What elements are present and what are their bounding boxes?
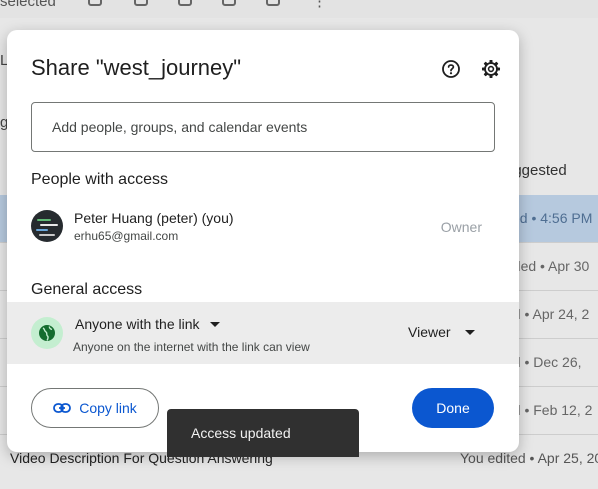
person-row[interactable]: Peter Huang (peter) (you) erhu65@gmail.c… (7, 198, 519, 254)
person-name: Peter Huang (peter) (you) (74, 210, 234, 226)
person-role: Owner (440, 219, 482, 235)
link-icon (53, 403, 72, 413)
done-label: Done (436, 400, 470, 416)
snackbar: Access updated (167, 409, 359, 457)
chevron-down-icon (464, 329, 475, 335)
add-people-input[interactable] (31, 102, 495, 152)
person-email: erhu65@gmail.com (74, 229, 179, 243)
background-toolbar: selected ⋮ (0, 0, 598, 18)
avatar (31, 210, 63, 242)
download-icon[interactable] (178, 0, 192, 6)
help-circle-icon[interactable] (439, 57, 463, 81)
trash-icon[interactable] (222, 0, 236, 6)
dialog-title: Share "west_journey" (31, 55, 242, 80)
people-with-access-heading: People with access (31, 171, 168, 188)
snackbar-text: Access updated (191, 425, 291, 441)
link-icon[interactable] (266, 0, 280, 6)
general-access-description: Anyone on the internet with the link can… (73, 340, 310, 354)
copy-link-label: Copy link (79, 400, 137, 416)
copy-link-button[interactable]: Copy link (31, 388, 159, 428)
share-dialog: Share "west_journey" People with access (7, 30, 519, 452)
selection-count-label: selected (0, 0, 56, 10)
role-label: Viewer (408, 324, 451, 340)
share-person-icon[interactable] (88, 0, 102, 6)
move-icon[interactable] (134, 0, 148, 6)
more-options-icon[interactable]: ⋮ (312, 0, 328, 10)
general-access-dropdown[interactable]: Anyone with the link (75, 316, 220, 332)
globe-icon (31, 317, 63, 349)
file-row-meta: You edited • Apr 25, 20 (460, 450, 598, 466)
gear-icon[interactable] (479, 57, 503, 81)
general-access-label: Anyone with the link (75, 316, 200, 332)
role-dropdown[interactable]: Viewer (408, 324, 475, 340)
chevron-down-icon (209, 321, 220, 327)
general-access-row: Anyone with the link Anyone on the inter… (7, 302, 519, 364)
general-access-heading: General access (31, 281, 143, 298)
done-button[interactable]: Done (412, 388, 494, 428)
